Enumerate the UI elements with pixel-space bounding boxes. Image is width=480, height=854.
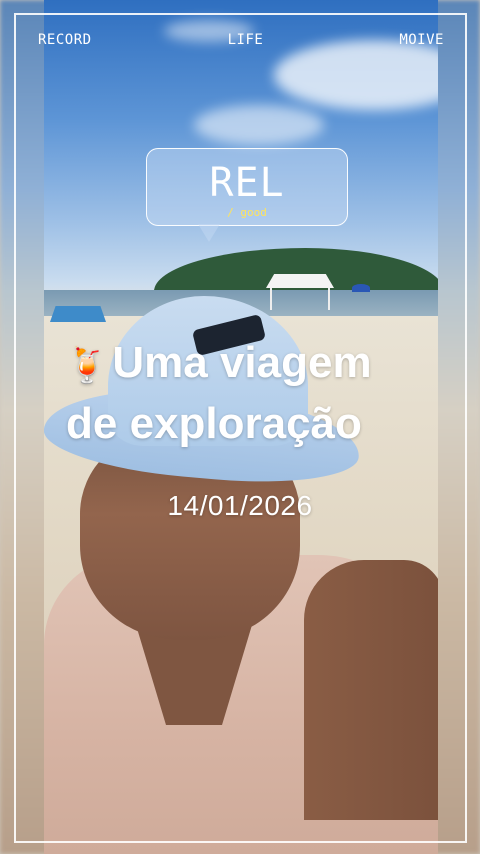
bubble-title: REL [209, 160, 285, 206]
date-label: 14/01/2026 [167, 490, 313, 521]
story-canvas: RECORD LIFE MOIVE REL / good 🍹Uma viagem… [0, 0, 480, 854]
bubble-subtitle: / good [227, 206, 267, 219]
cocktail-icon: 🍹 [66, 346, 109, 386]
label-record: RECORD [38, 32, 92, 48]
headline-line-1: Uma viagem [112, 338, 372, 387]
cloud [194, 105, 324, 145]
top-label-bar: RECORD LIFE MOIVE [38, 30, 444, 50]
shoulder [304, 560, 438, 820]
headline: 🍹Uma viagem de exploração [66, 334, 446, 453]
speech-bubble: REL / good [146, 148, 348, 226]
headline-line-2: de exploração [66, 399, 362, 448]
label-life: LIFE [227, 32, 264, 48]
label-moive: MOIVE [399, 32, 444, 48]
cloud [274, 40, 438, 110]
beach-umbrella [352, 284, 370, 292]
